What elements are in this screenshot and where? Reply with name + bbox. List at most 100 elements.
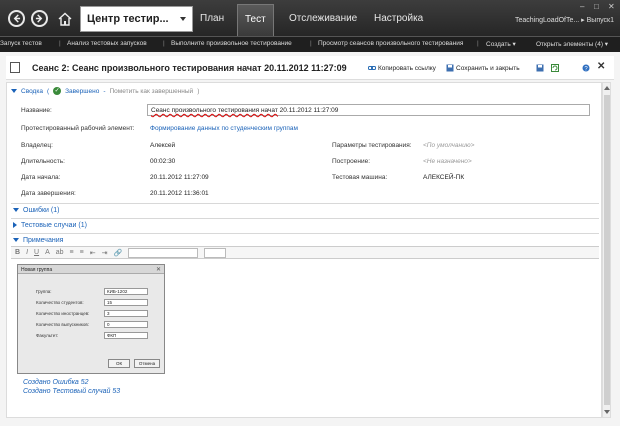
- activity-bar: Запуск тестов | Анализ тестовых запусков…: [0, 36, 620, 52]
- created-testcase-link[interactable]: Создано Тестовый случай 53: [23, 388, 120, 395]
- scroll-thumb[interactable]: [604, 95, 610, 405]
- separator: |: [163, 40, 165, 47]
- save-icon: [446, 64, 454, 72]
- font-color-button[interactable]: A: [45, 249, 50, 256]
- numbering-button[interactable]: ≡: [80, 249, 84, 256]
- underline-button[interactable]: U: [34, 249, 39, 256]
- save-close-button[interactable]: Сохранить и закрыть: [446, 64, 520, 72]
- document-header: Сеанс 2: Сеанс произвольного тестировани…: [6, 56, 614, 80]
- indent-button[interactable]: ⇥: [102, 249, 108, 257]
- start-date-value: 20.11.2012 11:27:09: [150, 174, 209, 181]
- summary-label: Сводка: [21, 87, 43, 95]
- tab-test[interactable]: Тест: [237, 4, 274, 36]
- tab-plan[interactable]: План: [200, 13, 224, 24]
- testcases-section-label: Тестовые случаи (1): [21, 221, 87, 229]
- subnav-test-runs[interactable]: Запуск тестов: [0, 40, 42, 47]
- params-value[interactable]: <По умолчанию>: [423, 142, 474, 149]
- screenshot-cancel-button: Отмена: [134, 359, 160, 368]
- created-bug-link[interactable]: Создано Ошибка 52: [23, 379, 89, 386]
- tested-item-link[interactable]: Формирование данных по студенческим груп…: [150, 125, 298, 132]
- arrow-left-icon: [13, 14, 21, 23]
- outdent-button[interactable]: ⇤: [90, 249, 96, 257]
- end-date-value: 20.11.2012 11:36:01: [150, 190, 209, 197]
- vertical-scrollbar[interactable]: [602, 82, 611, 418]
- mark-complete-link[interactable]: Пометить как завершенный: [109, 88, 193, 95]
- screenshot-row-label: Факультет:: [36, 333, 59, 338]
- screenshot-row-value: ФКП: [104, 332, 148, 339]
- scroll-down-icon[interactable]: [604, 410, 610, 414]
- bullets-button[interactable]: ≡: [70, 249, 74, 256]
- name-value-underlined: Сеанс произвольного тестирования начат: [151, 107, 278, 114]
- machine-value: АЛЕКСЕЙ-ПК: [423, 174, 465, 181]
- bold-button[interactable]: B: [15, 249, 20, 256]
- forward-button[interactable]: [31, 10, 48, 27]
- end-date-label: Дата завершения:: [21, 190, 76, 197]
- chevron-down-icon: [180, 17, 186, 21]
- start-date-label: Дата начала:: [21, 174, 61, 181]
- hub-title: Центр тестир...: [87, 13, 169, 25]
- italic-button[interactable]: I: [26, 249, 28, 256]
- screenshot-row-label: Количество студентов:: [36, 300, 84, 305]
- back-button[interactable]: [8, 10, 25, 27]
- notes-section-label: Примечания: [23, 236, 64, 244]
- minimize-button[interactable]: –: [580, 2, 584, 11]
- tab-settings[interactable]: Настройка: [374, 13, 423, 24]
- testcases-section-header[interactable]: Тестовые случаи (1): [11, 218, 599, 231]
- bugs-section-label: Ошибки (1): [23, 206, 60, 214]
- arrow-right-icon: [35, 14, 43, 23]
- owner-value: Алексей: [150, 142, 176, 149]
- bugs-section-header[interactable]: Ошибки (1): [11, 203, 599, 216]
- project-breadcrumb[interactable]: TeachingLoadOfTe... ▸ Выпуск1: [515, 16, 614, 24]
- highlight-button[interactable]: ab: [56, 249, 64, 256]
- build-label: Построение:: [332, 158, 371, 165]
- home-button[interactable]: [55, 9, 75, 29]
- copy-link-label: Копировать ссылку: [378, 64, 436, 72]
- screenshot-row-label: Количество иностранцев:: [36, 311, 90, 316]
- separator: |: [310, 40, 312, 47]
- subnav-view-sessions[interactable]: Просмотр сеансов произвольного тестирова…: [318, 40, 463, 47]
- insert-link-button[interactable]: 🔗: [113, 249, 122, 257]
- machine-label: Тестовая машина:: [332, 174, 388, 181]
- close-icon: ✕: [155, 267, 161, 273]
- screenshot-row-label: Количество выпускников:: [36, 322, 90, 327]
- font-family-select[interactable]: [128, 247, 199, 258]
- notes-section-header[interactable]: Примечания: [11, 233, 599, 246]
- separator: |: [59, 40, 61, 47]
- screenshot-ok-button: ОК: [108, 359, 130, 368]
- notes-editor[interactable]: Новая группа ✕ Группа: КИБ-1202 Количест…: [11, 259, 599, 415]
- close-window-button[interactable]: ✕: [608, 2, 615, 11]
- top-bar: Центр тестир... План Тест Отслеживание Н…: [0, 0, 620, 36]
- maximize-button[interactable]: □: [594, 2, 599, 11]
- font-size-select[interactable]: [204, 247, 227, 258]
- name-value-rest: 20.11.2012 11:27:09: [277, 107, 339, 114]
- scroll-up-icon[interactable]: [604, 86, 610, 90]
- subnav-analyze-runs[interactable]: Анализ тестовых запусков: [67, 40, 147, 47]
- link-icon: [368, 66, 376, 70]
- separator: (: [46, 87, 50, 95]
- page-title: Сеанс 2: Сеанс произвольного тестировани…: [32, 63, 347, 73]
- screenshot-row-value: 3: [104, 310, 148, 317]
- refresh-icon[interactable]: [551, 64, 559, 72]
- separator: -: [103, 87, 106, 95]
- summary-state: Завершено: [65, 87, 100, 95]
- hub-selector[interactable]: Центр тестир...: [80, 6, 193, 32]
- separator: |: [477, 40, 479, 47]
- summary-header[interactable]: Сводка ( ✓ Завершено - Пометить как заве…: [11, 87, 199, 95]
- check-circle-icon: ✓: [53, 87, 62, 95]
- workspace: Сеанс 2: Сеанс произвольного тестировани…: [0, 52, 620, 426]
- name-field[interactable]: Сеанс произвольного тестирования начат 2…: [147, 104, 590, 116]
- duration-label: Длительность:: [21, 158, 65, 165]
- copy-link-button[interactable]: Копировать ссылку: [368, 64, 436, 72]
- save-icon[interactable]: [536, 64, 544, 72]
- save-close-label: Сохранить и закрыть: [456, 64, 520, 72]
- create-menu[interactable]: Создать ▾: [486, 40, 516, 48]
- close-icon[interactable]: ✕: [597, 61, 605, 72]
- screenshot-row-value: 15: [104, 299, 148, 306]
- tab-tracking[interactable]: Отслеживание: [289, 13, 357, 24]
- open-items-menu[interactable]: Открыть элементы (4) ▾: [536, 40, 608, 48]
- subnav-do-exploratory[interactable]: Выполните произвольное тестирование: [171, 40, 292, 47]
- chevron-down-icon: [13, 238, 19, 242]
- build-value[interactable]: <Не назначено>: [423, 158, 472, 165]
- work-item-form: Сводка ( ✓ Завершено - Пометить как заве…: [6, 82, 602, 418]
- help-icon[interactable]: ?: [582, 64, 590, 72]
